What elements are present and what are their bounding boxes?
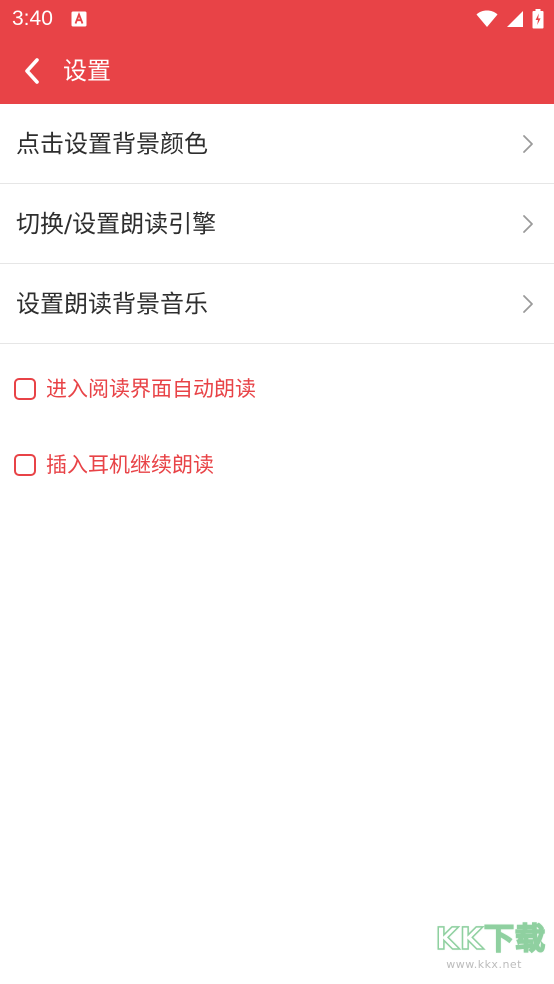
menu-item-label: 切换/设置朗读引擎 xyxy=(16,210,217,238)
page-title: 设置 xyxy=(63,57,111,85)
chevron-right-icon xyxy=(523,135,533,153)
toolbar: 设置 xyxy=(0,38,554,104)
headphone-continue-checkbox[interactable] xyxy=(14,454,36,476)
watermark-title: KK下载 xyxy=(435,921,546,958)
battery-charging-icon xyxy=(532,9,544,29)
auto-read-checkbox[interactable] xyxy=(14,378,36,400)
settings-screen: 3:40 设置 点击设置背景颜色 切换/设置朗读引擎 设置朗读背景音乐 进入阅读… xyxy=(0,0,554,984)
menu-item-background-music[interactable]: 设置朗读背景音乐 xyxy=(0,264,554,344)
auto-read-label: 进入阅读界面自动朗读 xyxy=(46,377,256,401)
menu-item-reading-engine[interactable]: 切换/设置朗读引擎 xyxy=(0,184,554,264)
headphone-continue-label: 插入耳机继续朗读 xyxy=(46,453,214,477)
menu-item-label: 设置朗读背景音乐 xyxy=(16,290,208,318)
signal-icon xyxy=(507,11,523,27)
status-time: 3:40 xyxy=(12,7,53,30)
chevron-right-icon xyxy=(523,215,533,233)
auto-read-option[interactable]: 进入阅读界面自动朗读 xyxy=(14,371,256,407)
headphone-continue-option[interactable]: 插入耳机继续朗读 xyxy=(14,447,214,483)
chevron-right-icon xyxy=(523,295,533,313)
back-button[interactable] xyxy=(10,48,54,94)
watermark: KK下载 www.kkx.net xyxy=(430,921,548,976)
status-icons xyxy=(476,8,544,30)
settings-menu-list: 点击设置背景颜色 切换/设置朗读引擎 设置朗读背景音乐 xyxy=(0,104,554,344)
chevron-left-icon xyxy=(25,58,39,84)
status-bar: 3:40 xyxy=(0,0,554,38)
a-app-icon xyxy=(71,11,87,27)
app-header: 3:40 设置 xyxy=(0,0,554,104)
wifi-icon xyxy=(476,10,498,27)
menu-item-background-color[interactable]: 点击设置背景颜色 xyxy=(0,104,554,184)
menu-item-label: 点击设置背景颜色 xyxy=(16,130,208,158)
watermark-url: www.kkx.net xyxy=(446,958,522,971)
